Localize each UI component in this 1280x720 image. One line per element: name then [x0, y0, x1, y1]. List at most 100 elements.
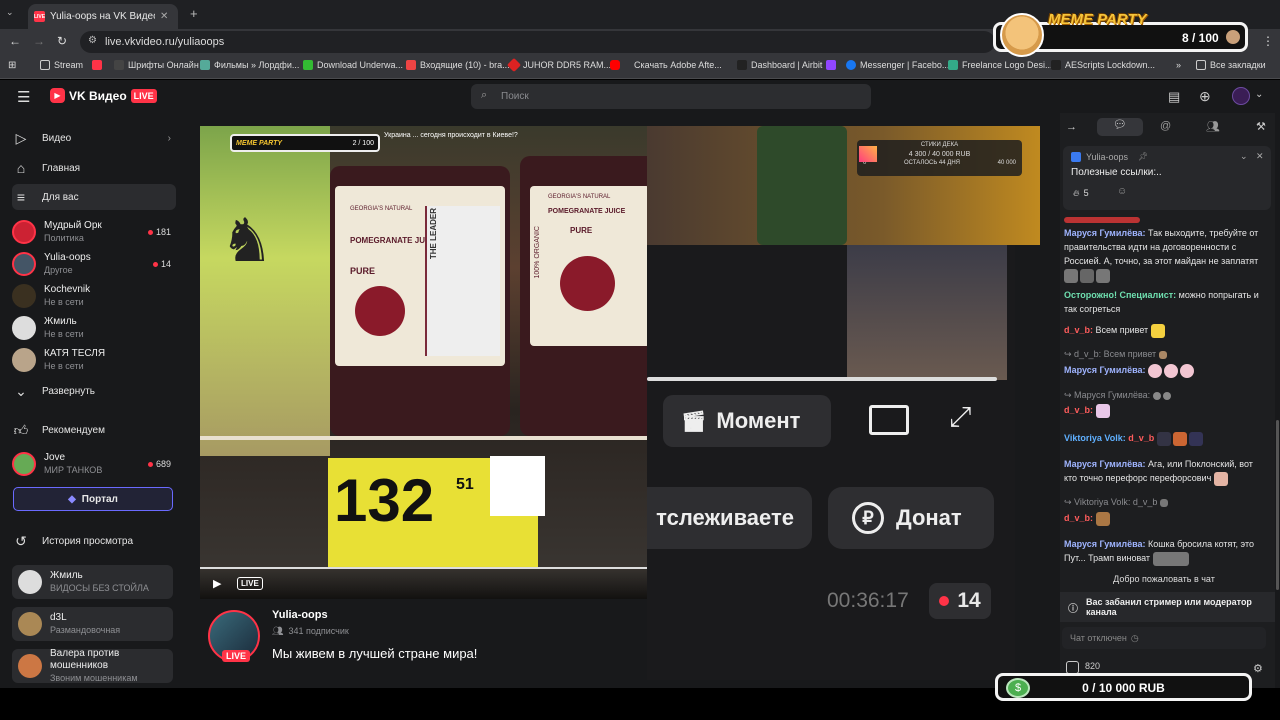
shelf-edge [200, 436, 647, 440]
video-player[interactable]: ♞ POMEGRANATE JUICE GEORGIA'S NATURAL PU… [200, 126, 647, 599]
fullscreen-icon: ⤢ [949, 401, 972, 432]
chat-reply: ↪ Маруся Гумилёва: [1064, 388, 1264, 402]
ruble-icon: ₽ [852, 502, 884, 534]
bookmark-stream[interactable]: Stream [40, 60, 83, 70]
tab-close-icon[interactable]: ✕ [160, 11, 168, 22]
avatar [12, 348, 36, 372]
doge-icon [1000, 13, 1044, 57]
chat-gear-icon[interactable]: ⚙ [1253, 662, 1263, 675]
chat-tab-icon[interactable]: 💬︎ [1097, 118, 1143, 136]
add-reaction-icon[interactable]: ☺ [1117, 186, 1127, 197]
close-pinned-icon[interactable]: ✕ [1256, 151, 1264, 162]
freelance-icon [948, 60, 958, 70]
live-indicator[interactable]: LIVE [237, 577, 263, 590]
chat-reply: ↪ d_v_b: Всем привет [1064, 347, 1264, 361]
bottle-label: POMEGRANATE JUICE GEORGIA'S NATURAL PURE… [335, 186, 505, 366]
address-field[interactable]: live.vkvideo.ru/yuliaoops [80, 31, 995, 53]
horse-illustration: ♞ [220, 207, 274, 274]
chevron-down-icon: ⌄ [15, 382, 27, 399]
chat-message: Осторожно! Специалист: можно попрыгать и… [1064, 290, 1259, 314]
new-tab-icon[interactable]: + [190, 6, 198, 21]
channel-item[interactable]: Yulia-oops Другое 14 [12, 248, 177, 280]
bookmark-adobe[interactable]: Скачать Adobe Afte... [610, 60, 722, 70]
history-card[interactable]: Жмиль ВИДОСЫ БЕЗ СТОЙЛА [12, 565, 173, 599]
forward-icon[interactable]: → [33, 34, 45, 48]
mentions-tab-icon[interactable]: @ [1160, 120, 1171, 132]
folder-icon [1196, 60, 1206, 70]
info-icon: ⓘ [1068, 603, 1078, 615]
meme-party-count: 8 / 100 [1182, 31, 1219, 45]
bookmark-films[interactable]: Фильмы » Лордфи... [200, 60, 299, 70]
user-avatar[interactable] [1232, 87, 1250, 105]
bookmark-live[interactable] [92, 60, 102, 70]
pinned-author-icon [1071, 152, 1081, 162]
viewer-count: 181 [147, 227, 171, 237]
channel-item[interactable]: Жмиль Не в сети [12, 312, 177, 344]
progress-bar [647, 377, 997, 381]
play-logo-icon: ▶ [50, 88, 65, 103]
search-icon: ⌕ [481, 89, 488, 101]
channel-name[interactable]: Yulia-oops [272, 609, 328, 621]
subscriptions-icon[interactable]: ▤ [1168, 89, 1180, 105]
pomegranate-image [560, 256, 615, 311]
fire-reaction[interactable]: 🔥︎ 5 [1073, 188, 1089, 199]
nav-home[interactable]: ⌂ Главная [12, 155, 177, 181]
chat-input[interactable]: Чат отключен ◷ [1062, 627, 1266, 649]
account-chevron-icon[interactable]: ⌄ [1255, 89, 1263, 100]
reload-icon[interactable]: ↻ [57, 34, 67, 48]
viewers-tab-icon[interactable]: 👥︎ [1206, 120, 1220, 133]
bookmark-messenger[interactable]: Messenger | Facebo... [846, 60, 949, 70]
hamburger-menu-icon[interactable]: ☰ [17, 88, 30, 106]
apps-grid-icon[interactable]: ⊞ [8, 60, 16, 71]
bookmark-fonts[interactable]: Шрифты Онлайн [114, 60, 199, 70]
play-icon[interactable]: ▶ [213, 577, 221, 590]
bookmark-freelance[interactable]: Freelance Logo Desi... [948, 60, 1053, 70]
avatar [18, 654, 42, 678]
channel-item[interactable]: Kochevnik Не в сети [12, 280, 177, 312]
chat-scrollbar[interactable] [1276, 420, 1279, 590]
site-info-icon[interactable]: ⚙ [88, 35, 97, 46]
chat-reply: ↪ Viktoriya Volk: d_v_b [1064, 495, 1264, 509]
chat-settings-icon[interactable]: ⚒ [1256, 120, 1266, 133]
nav-video[interactable]: ▷ Видео › [12, 125, 177, 151]
history-card[interactable]: d3L Размандовочная [12, 607, 173, 641]
twitch-icon [826, 60, 836, 70]
chat-message: d_v_b: [1064, 403, 1264, 418]
history-card[interactable]: Валера против мошенников Звоним мошенника… [12, 648, 173, 683]
vk-video-logo[interactable]: ▶ VK Видео LIVE [50, 88, 157, 103]
chat-message: Маруся Гумилёва: Ага, или Поклонский, во… [1064, 457, 1264, 486]
goal-icon [859, 146, 877, 162]
nav-for-you[interactable]: ≡ Для вас [12, 184, 176, 210]
browser-menu-icon[interactable]: ⋮ [1262, 34, 1274, 48]
nav-history[interactable]: ↺ История просмотра [12, 528, 177, 554]
stream-title: Мы живем в лучшей стране мира! [272, 646, 478, 661]
bookmark-download[interactable]: Download Underwa... [303, 60, 403, 70]
search-placeholder: Поиск [501, 91, 529, 102]
portal-button[interactable]: ◆ Портал [13, 487, 173, 511]
add-icon[interactable]: ⊕ [1199, 88, 1211, 105]
theater-icon [869, 405, 909, 435]
search-input[interactable]: ⌕ Поиск [471, 84, 871, 109]
tab-list-icon[interactable]: ⌄ [6, 7, 14, 18]
donation-goal-amount: 0 / 10 000 RUB [1082, 681, 1165, 695]
channel-item[interactable]: Мудрый Орк Политика 181 [12, 216, 177, 248]
expand-pinned-icon[interactable]: ⌄ [1240, 151, 1248, 162]
bookmark-ram[interactable]: JUHOR DDR5 RAM... [506, 57, 611, 73]
bookmarks-overflow-icon[interactable]: » [1176, 60, 1181, 70]
nav-recommended[interactable]: 👍︎ Рекомендуем [12, 417, 177, 443]
avatar [12, 284, 36, 308]
pinned-message[interactable]: Yulia-oops 📌︎ ⌄ ✕ Полезные ссылки:.. 🔥︎ 5… [1063, 146, 1271, 210]
channel-item[interactable]: КАТЯ ТЕСЛЯ Не в сети [12, 344, 177, 376]
bookmark-gmail[interactable]: Входящие (10) - bra... [406, 60, 510, 70]
back-icon[interactable]: ← [9, 34, 21, 48]
bookmark-aescripts[interactable]: AEScripts Lockdown... [1051, 60, 1155, 70]
bookmark-airbit[interactable]: Dashboard | Airbit [737, 60, 822, 70]
nav-expand[interactable]: ⌄ Развернуть [12, 378, 177, 404]
logo-live-badge: LIVE [130, 88, 157, 103]
collapse-chat-icon[interactable]: → [1066, 121, 1077, 133]
all-bookmarks[interactable]: Все закладки [1196, 60, 1266, 70]
seek-bar[interactable] [200, 567, 647, 569]
channel-item[interactable]: Jove МИР ТАНКОВ 689 [12, 448, 177, 480]
browser-tab[interactable]: LIVE Yulia-oops на VK Видео Live – . ✕ [28, 4, 178, 29]
bookmark-twitch[interactable] [826, 60, 836, 70]
